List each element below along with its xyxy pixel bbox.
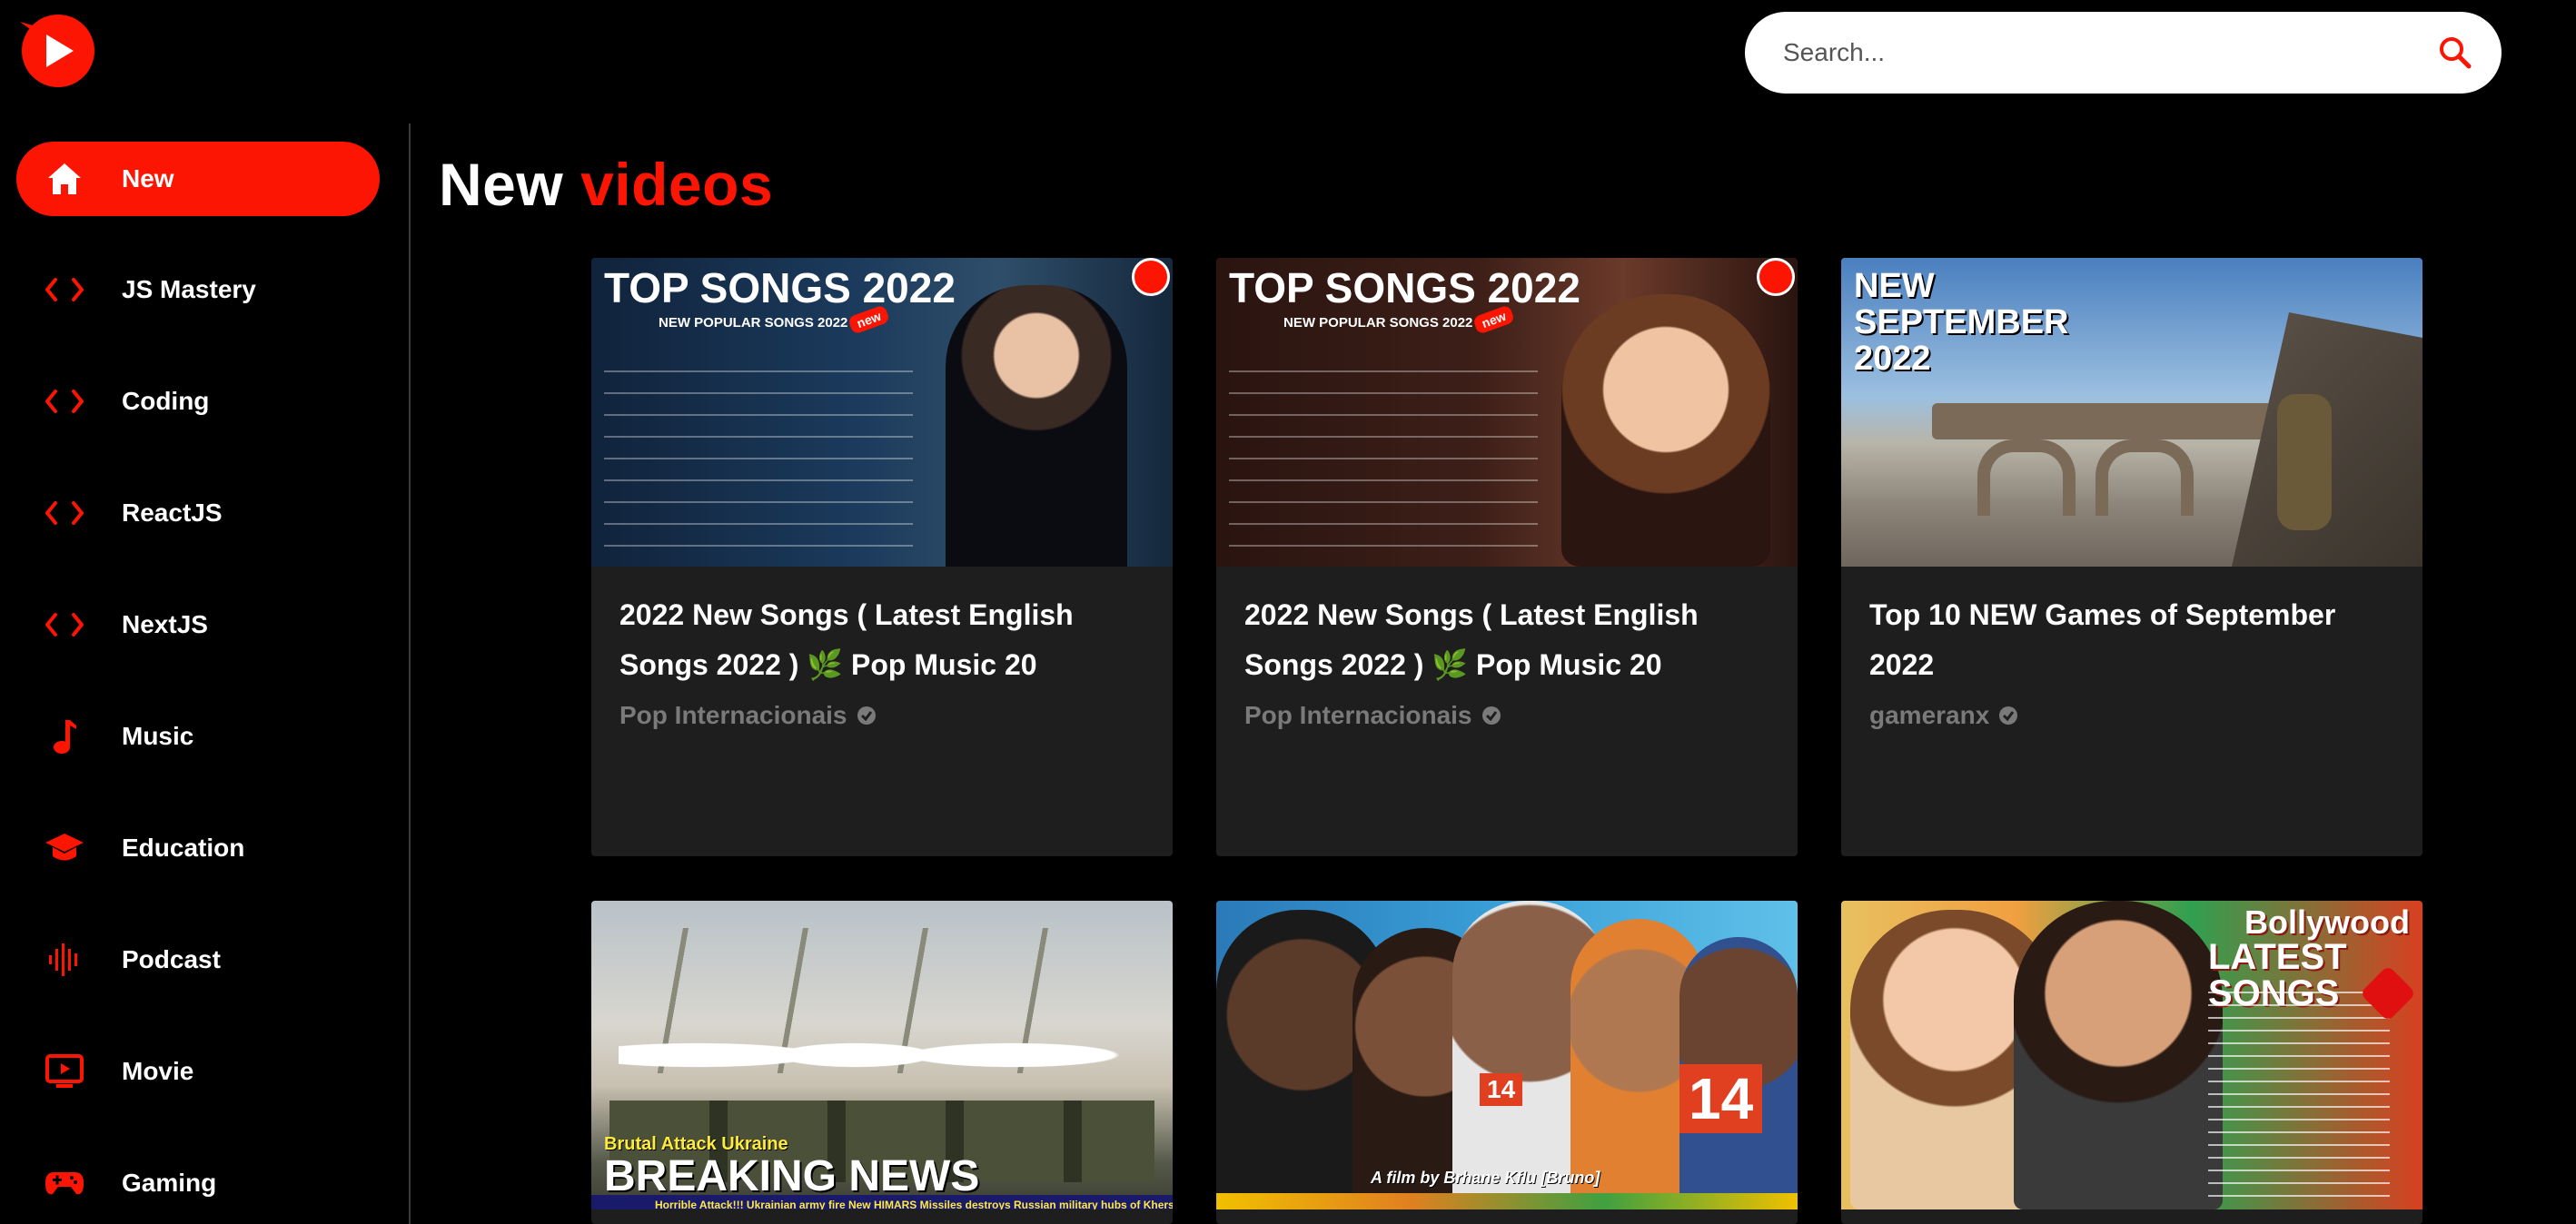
thumbnail-caption: Brutal Attack Ukraine (604, 1134, 788, 1154)
play-badge-icon (1757, 258, 1795, 296)
soundwave-icon (44, 939, 85, 981)
channel-label: gameranx (1869, 701, 1990, 729)
tv-icon (44, 1051, 85, 1092)
verified-check-icon (1999, 706, 2018, 725)
graduation-cap-icon (44, 827, 85, 869)
video-title[interactable]: 2022 New Songs ( Latest English Songs 20… (1244, 590, 1771, 690)
sidebar-item-podcast[interactable]: Podcast (16, 923, 380, 997)
tracklist-graphic (2208, 982, 2390, 1200)
thumbnail-title: TOP SONGS 2022 (1229, 264, 1580, 311)
thumbnail-subtitle: NEW POPULAR SONGS 2022 (1283, 315, 1473, 331)
sidebar-item-label: JS Mastery (122, 275, 256, 303)
channel-name[interactable]: Pop Internacionais (619, 701, 877, 730)
channel-name[interactable]: gameranx (1869, 701, 2018, 730)
sidebar-item-label: Music (122, 722, 194, 750)
video-title[interactable]: Top 10 NEW Games of September 2022 (1869, 590, 2396, 690)
channel-label: Pop Internacionais (619, 701, 847, 729)
sidebar-item-label: ReactJS (122, 498, 223, 527)
video-thumbnail[interactable]: Bollywood LATEST SONGS (1841, 901, 2422, 1209)
thumbnail-title: TOP SONGS 2022 (604, 264, 956, 311)
video-card[interactable]: NEW SEPTEMBER 2022 Top 10 NEW Games of S… (1841, 258, 2422, 856)
home-icon (44, 158, 85, 200)
sidebar-item-reactjs[interactable]: ReactJS (16, 476, 380, 550)
video-thumbnail[interactable]: 14 14 A film by Brhane Kflu [Bruno] (1216, 901, 1798, 1209)
sidebar-item-label: Coding (122, 387, 210, 415)
sidebar-item-label: Podcast (122, 945, 221, 973)
thumbnail-title: BREAKING NEWS (604, 1152, 980, 1200)
video-card[interactable]: Brutal Attack Ukraine BREAKING NEWS Horr… (591, 901, 1173, 1224)
video-title[interactable]: 2022 New Songs ( Latest English Songs 20… (619, 590, 1146, 690)
sidebar: New JS Mastery Coding ReactJS NextJS Mus… (0, 123, 411, 1224)
sidebar-item-nextjs[interactable]: NextJS (16, 587, 380, 662)
video-card[interactable]: TOP SONGS 2022 NEW POPULAR SONGS 2022 ne… (591, 258, 1173, 856)
page-title: New videos (439, 150, 773, 219)
code-icon (44, 269, 85, 311)
music-note-icon (44, 716, 85, 757)
search-icon (2440, 37, 2472, 69)
sidebar-item-js-mastery[interactable]: JS Mastery (16, 252, 380, 327)
video-thumbnail[interactable]: TOP SONGS 2022 NEW POPULAR SONGS 2022 ne… (591, 258, 1173, 567)
sidebar-item-label: Movie (122, 1057, 194, 1085)
search-input[interactable] (1781, 25, 2403, 81)
sidebar-item-label: NextJS (122, 610, 208, 638)
video-thumbnail[interactable]: TOP SONGS 2022 NEW POPULAR SONGS 2022 ne… (1216, 258, 1798, 567)
sidebar-item-coding[interactable]: Coding (16, 364, 380, 439)
sidebar-item-new[interactable]: New (16, 142, 380, 216)
code-icon (44, 604, 85, 646)
sidebar-item-music[interactable]: Music (16, 699, 380, 774)
thumbnail-number-small: 14 (1480, 1073, 1523, 1106)
channel-name[interactable]: Pop Internacionais (1244, 701, 1501, 730)
sidebar-item-label: New (122, 164, 174, 192)
channel-label: Pop Internacionais (1244, 701, 1472, 729)
thumbnail-title: Bollywood (2244, 903, 2410, 941)
search-bar (1745, 12, 2502, 94)
page-title-accent: videos (580, 151, 774, 218)
app-page: New JS Mastery Coding ReactJS NextJS (0, 0, 2576, 1224)
search-button[interactable] (2432, 30, 2478, 75)
logo-icon[interactable] (16, 9, 96, 93)
thumbnail-caption: A film by Brhane Kflu [Bruno] (1371, 1169, 1600, 1187)
gamepad-icon (44, 1162, 85, 1204)
tracklist-graphic (1229, 352, 1538, 561)
thumbnail-ticker: Horrible Attack!!! Ukrainian army fire N… (655, 1199, 1173, 1209)
page-title-word: New (439, 151, 564, 218)
verified-check-icon (1481, 706, 1501, 725)
sidebar-item-gaming[interactable]: Gaming (16, 1146, 380, 1220)
play-badge-icon (1132, 258, 1170, 296)
tracklist-graphic (604, 352, 913, 561)
code-icon (44, 492, 85, 534)
sidebar-item-label: Education (122, 834, 245, 862)
video-card[interactable]: Bollywood LATEST SONGS (1841, 901, 2422, 1224)
video-thumbnail[interactable]: Brutal Attack Ukraine BREAKING NEWS Horr… (591, 901, 1173, 1209)
sidebar-item-education[interactable]: Education (16, 811, 380, 885)
verified-check-icon (857, 706, 876, 725)
thumbnail-title: NEW SEPTEMBER 2022 (1854, 267, 2069, 378)
thumbnail-subtitle: NEW POPULAR SONGS 2022 (659, 315, 848, 331)
video-card[interactable]: 14 14 A film by Brhane Kflu [Bruno] (1216, 901, 1798, 1224)
sidebar-item-label: Gaming (122, 1169, 217, 1197)
video-thumbnail[interactable]: NEW SEPTEMBER 2022 (1841, 258, 2422, 567)
sidebar-item-movie[interactable]: Movie (16, 1034, 380, 1109)
code-icon (44, 380, 85, 422)
video-card[interactable]: TOP SONGS 2022 NEW POPULAR SONGS 2022 ne… (1216, 258, 1798, 856)
thumbnail-number-large: 14 (1679, 1064, 1763, 1133)
